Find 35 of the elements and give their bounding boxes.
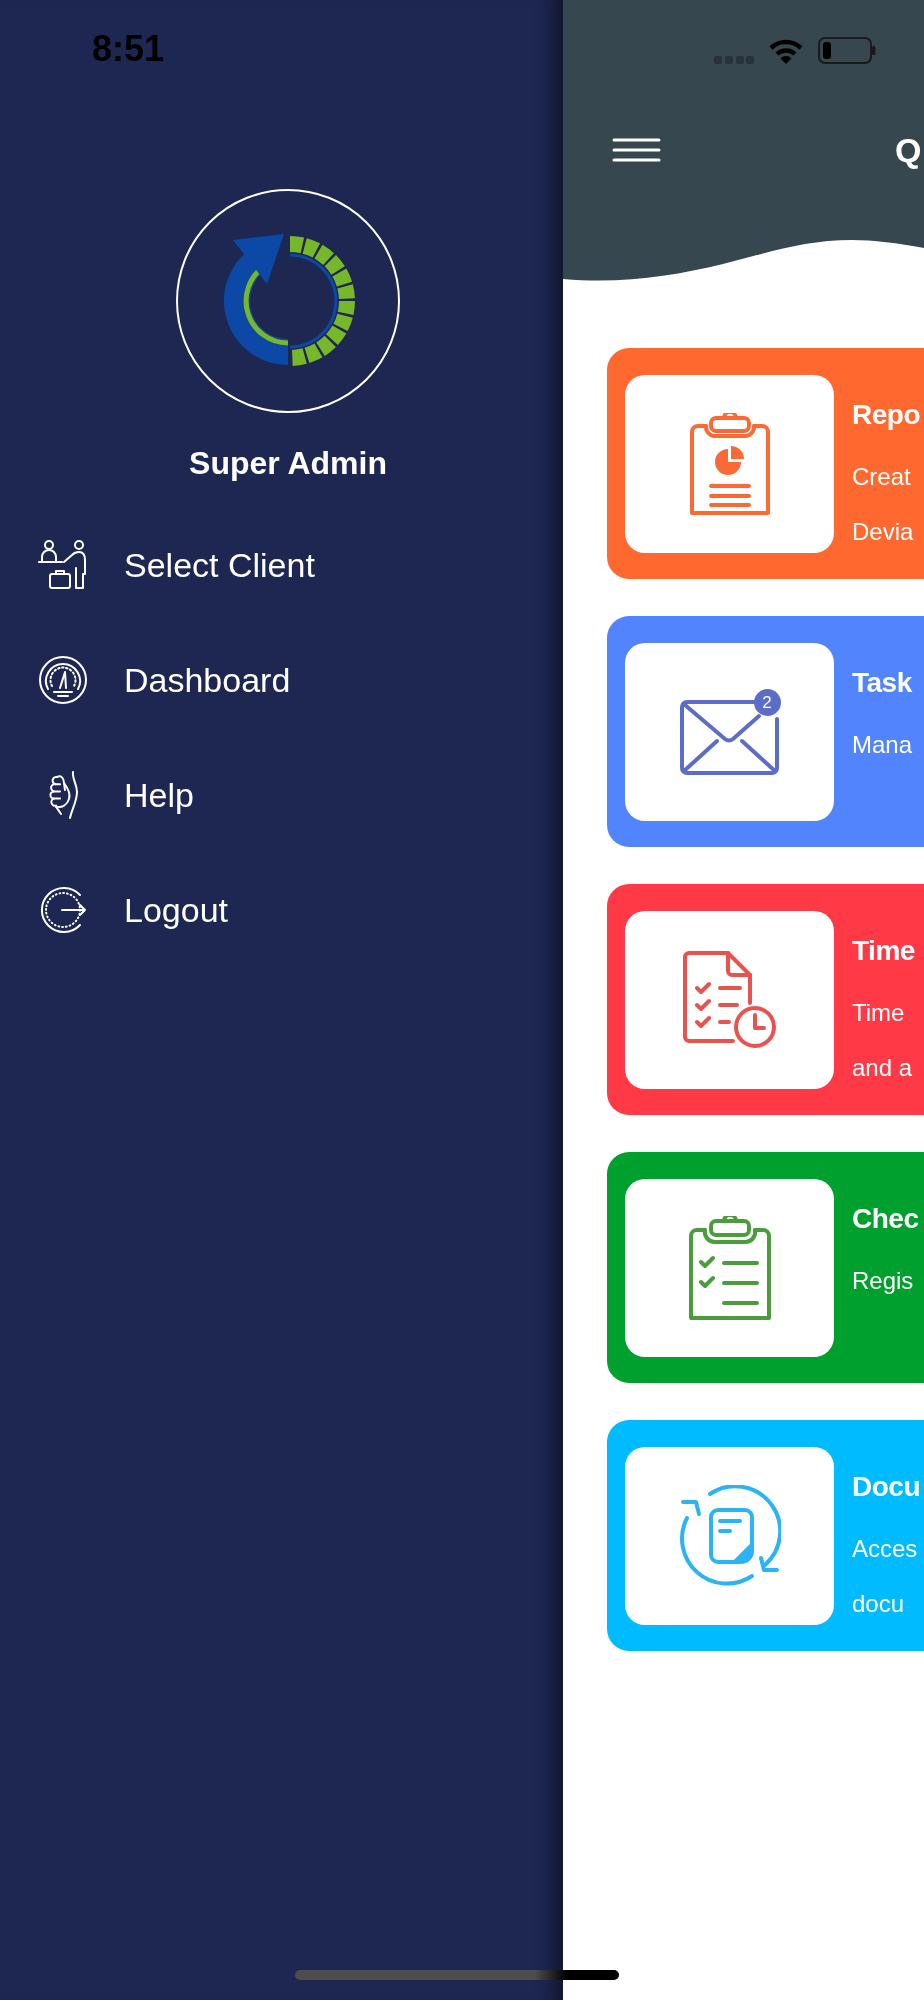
module-card[interactable]: Chec Regis xyxy=(607,1152,924,1383)
card-description: Time xyxy=(852,998,906,1028)
people-briefcase-icon xyxy=(38,540,88,590)
card-description: docu xyxy=(852,1589,906,1619)
card-title: Docu xyxy=(852,1473,920,1501)
menu-item[interactable]: Help xyxy=(38,770,194,820)
page-title: Q xyxy=(895,133,922,167)
card-description: Mana xyxy=(852,730,913,760)
count-badge: 2 xyxy=(753,689,781,716)
clipboard-chart-icon xyxy=(689,413,770,515)
logout-icon xyxy=(38,885,88,935)
menu-item[interactable]: Logout xyxy=(38,885,228,935)
card-title: Time xyxy=(852,937,915,965)
card-description: Regis xyxy=(852,1266,915,1296)
menu-item[interactable]: Select Client xyxy=(38,540,315,590)
card-description: Acces xyxy=(852,1534,919,1564)
gauge-icon xyxy=(38,655,88,705)
user-name: Super Admin xyxy=(189,447,387,479)
menu-icon[interactable] xyxy=(612,138,661,162)
card-description: Creat xyxy=(852,462,912,492)
checklist-clock-icon xyxy=(682,951,777,1049)
card-title: Chec xyxy=(852,1205,919,1233)
document-sync-icon xyxy=(678,1485,781,1587)
module-card[interactable]: 2 Task Mana xyxy=(607,616,924,847)
module-card[interactable]: Time Time and a xyxy=(607,884,924,1115)
card-description: Devia xyxy=(852,517,915,547)
wifi-icon xyxy=(768,38,804,64)
clipboard-checklist-icon xyxy=(688,1216,771,1320)
card-description: and a xyxy=(852,1053,914,1083)
status-time: 8:51 xyxy=(92,28,165,69)
menu-item[interactable]: Dashboard xyxy=(38,655,291,705)
card-title: Repo xyxy=(852,401,920,429)
card-title: Task xyxy=(852,669,913,697)
battery-icon xyxy=(818,37,876,64)
module-card[interactable]: Repo Creat Devia xyxy=(607,348,924,579)
